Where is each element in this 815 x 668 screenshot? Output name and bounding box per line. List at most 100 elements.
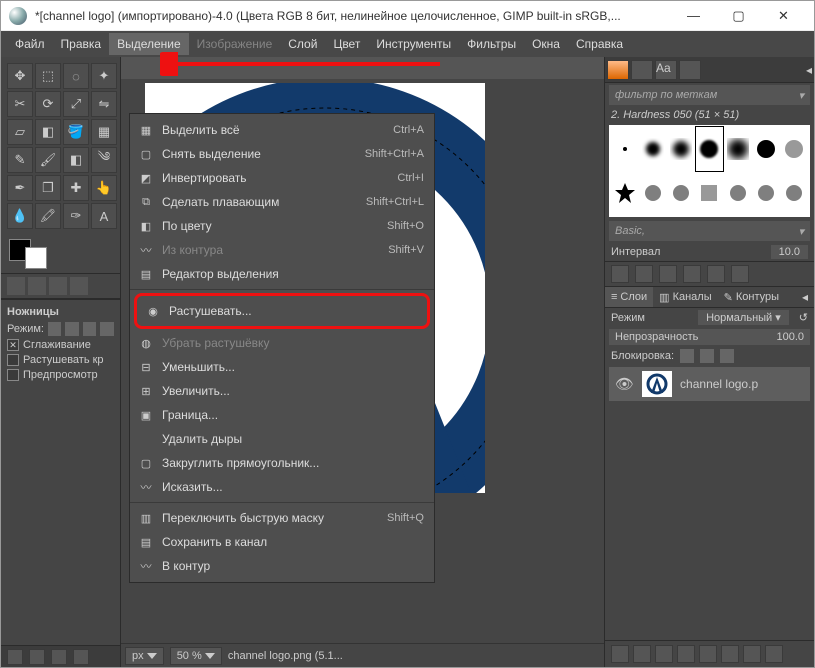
tool-unified[interactable]: ◧ bbox=[35, 119, 61, 145]
menuitem-distort[interactable]: 〰Исказить... bbox=[130, 475, 434, 499]
visibility-toggle-icon[interactable]: 👁 bbox=[615, 375, 634, 393]
brush-splat3[interactable] bbox=[724, 172, 751, 216]
preview-checkbox[interactable] bbox=[7, 369, 19, 381]
devices-tab[interactable] bbox=[28, 277, 46, 295]
menuitem-from-path[interactable]: 〰Из контураShift+V bbox=[130, 238, 434, 262]
tool-clone[interactable]: ❐ bbox=[35, 175, 61, 201]
lock-pixels-icon[interactable] bbox=[680, 349, 694, 363]
menuitem-sharpen[interactable]: ◍Убрать растушёвку bbox=[130, 331, 434, 355]
tab-layers[interactable]: ≡ Слои bbox=[605, 287, 653, 307]
bg-color-swatch[interactable] bbox=[25, 247, 47, 269]
anchor-icon[interactable] bbox=[743, 645, 761, 663]
brush-soft-mid[interactable] bbox=[668, 127, 695, 171]
brush-soft-small[interactable] bbox=[639, 127, 666, 171]
brush-splat5[interactable] bbox=[781, 172, 808, 216]
menuitem-toggle-quickmask[interactable]: ▥Переключить быструю маскуShift+Q bbox=[130, 506, 434, 530]
menu-windows[interactable]: Окна bbox=[524, 33, 568, 55]
menuitem-remove-holes[interactable]: Удалить дыры bbox=[130, 427, 434, 451]
tool-bucket[interactable]: 🪣 bbox=[63, 119, 89, 145]
mode-sub-icon[interactable] bbox=[83, 322, 97, 336]
brush-hard-050[interactable] bbox=[696, 127, 723, 171]
menuitem-grow[interactable]: ⊞Увеличить... bbox=[130, 379, 434, 403]
history-tab[interactable] bbox=[49, 277, 67, 295]
feather-checkbox[interactable] bbox=[7, 354, 19, 366]
tool-free-select[interactable]: ◌ bbox=[63, 63, 89, 89]
menuitem-select-none[interactable]: ▢Снять выделениеShift+Ctrl+A bbox=[130, 142, 434, 166]
brush-splat2[interactable] bbox=[668, 172, 695, 216]
new-layer-icon[interactable] bbox=[611, 645, 629, 663]
tool-perspective[interactable]: ▱ bbox=[7, 119, 33, 145]
tool-airbrush[interactable]: ༄ bbox=[91, 147, 117, 173]
lower-layer-icon[interactable] bbox=[677, 645, 695, 663]
tool-pencil[interactable]: ✎ bbox=[7, 147, 33, 173]
mode-add-icon[interactable] bbox=[65, 322, 79, 336]
tool-crop[interactable]: ✂ bbox=[7, 91, 33, 117]
layer-group-icon[interactable] bbox=[633, 645, 651, 663]
maximize-button[interactable]: ▢ bbox=[716, 2, 761, 30]
brush-dup-icon[interactable] bbox=[659, 265, 677, 283]
tool-path[interactable]: ✑ bbox=[63, 203, 89, 229]
dup-layer-icon[interactable] bbox=[699, 645, 717, 663]
fonts-tab[interactable]: Aa bbox=[655, 60, 677, 80]
layer-row[interactable]: 👁 channel logo.p bbox=[609, 367, 810, 401]
antialias-checkbox[interactable]: ✕ bbox=[7, 339, 19, 351]
brush-del-icon[interactable] bbox=[683, 265, 701, 283]
tb-icon-4[interactable] bbox=[73, 649, 89, 665]
brush-refresh-icon[interactable] bbox=[707, 265, 725, 283]
tab-channels[interactable]: ▥ Каналы bbox=[653, 287, 717, 307]
brush-new-icon[interactable] bbox=[635, 265, 653, 283]
merge-down-icon[interactable] bbox=[721, 645, 739, 663]
tool-dodge[interactable]: 🖍 bbox=[35, 203, 61, 229]
status-zoom[interactable]: 50 % bbox=[170, 647, 222, 665]
tool-smudge[interactable]: 👆 bbox=[91, 175, 117, 201]
menu-image[interactable]: Изображение bbox=[189, 33, 281, 55]
layer-name[interactable]: channel logo.p bbox=[680, 377, 758, 391]
raise-layer-icon[interactable] bbox=[655, 645, 673, 663]
brush-splat4[interactable] bbox=[752, 172, 779, 216]
menu-layer[interactable]: Слой bbox=[280, 33, 325, 55]
menuitem-shrink[interactable]: ⊟Уменьшить... bbox=[130, 355, 434, 379]
brush-dot[interactable] bbox=[611, 127, 638, 171]
minimize-button[interactable]: — bbox=[671, 2, 716, 30]
brush-star[interactable] bbox=[611, 172, 638, 216]
brush-noise[interactable] bbox=[781, 127, 808, 171]
panel-menu-icon[interactable]: ◂ bbox=[806, 63, 812, 77]
menuitem-feather[interactable]: ◉Растушевать... bbox=[137, 296, 427, 326]
menu-filters[interactable]: Фильтры bbox=[459, 33, 524, 55]
history-tab[interactable] bbox=[679, 60, 701, 80]
tag-filter-input[interactable]: фильтр по меткам▾ bbox=[609, 85, 810, 105]
tool-scale[interactable]: ⤢ bbox=[63, 91, 89, 117]
brush-splat1[interactable] bbox=[639, 172, 666, 216]
tool-move[interactable]: ✥ bbox=[7, 63, 33, 89]
close-button[interactable]: ✕ bbox=[761, 2, 806, 30]
brush-edit-icon[interactable] bbox=[611, 265, 629, 283]
brush-open-icon[interactable] bbox=[731, 265, 749, 283]
menu-help[interactable]: Справка bbox=[568, 33, 631, 55]
status-unit[interactable]: px bbox=[125, 647, 164, 665]
menu-edit[interactable]: Правка bbox=[53, 33, 110, 55]
tool-fuzzy-select[interactable]: ✦ bbox=[91, 63, 117, 89]
menuitem-by-color[interactable]: ◧По цветуShift+O bbox=[130, 214, 434, 238]
tb-icon-1[interactable] bbox=[7, 649, 23, 665]
patterns-tab[interactable] bbox=[631, 60, 653, 80]
interval-value[interactable]: 10.0 bbox=[771, 245, 808, 259]
tool-ink[interactable]: ✒ bbox=[7, 175, 33, 201]
menuitem-rounded-rect[interactable]: ▢Закруглить прямоугольник... bbox=[130, 451, 434, 475]
tooloptions-tab[interactable] bbox=[7, 277, 25, 295]
menuitem-float[interactable]: ⧉Сделать плавающимShift+Ctrl+L bbox=[130, 190, 434, 214]
mode-replace-icon[interactable] bbox=[48, 322, 62, 336]
tool-heal[interactable]: ✚ bbox=[63, 175, 89, 201]
lock-alpha-icon[interactable] bbox=[720, 349, 734, 363]
images-tab[interactable] bbox=[70, 277, 88, 295]
tb-icon-2[interactable] bbox=[29, 649, 45, 665]
tool-brush[interactable]: 🖌 bbox=[35, 147, 61, 173]
menu-select[interactable]: Выделение bbox=[109, 33, 189, 55]
mode-select[interactable]: Нормальный ▾ bbox=[698, 310, 789, 325]
delete-layer-icon[interactable] bbox=[765, 645, 783, 663]
panel-menu-icon[interactable]: ◂ bbox=[796, 287, 814, 307]
tab-paths[interactable]: ✎ Контуры bbox=[718, 287, 785, 307]
brush-preset-select[interactable]: Basic,▾ bbox=[609, 221, 810, 241]
menuitem-invert[interactable]: ◩ИнвертироватьCtrl+I bbox=[130, 166, 434, 190]
menuitem-border[interactable]: ▣Граница... bbox=[130, 403, 434, 427]
menuitem-to-path[interactable]: 〰В контур bbox=[130, 554, 434, 578]
